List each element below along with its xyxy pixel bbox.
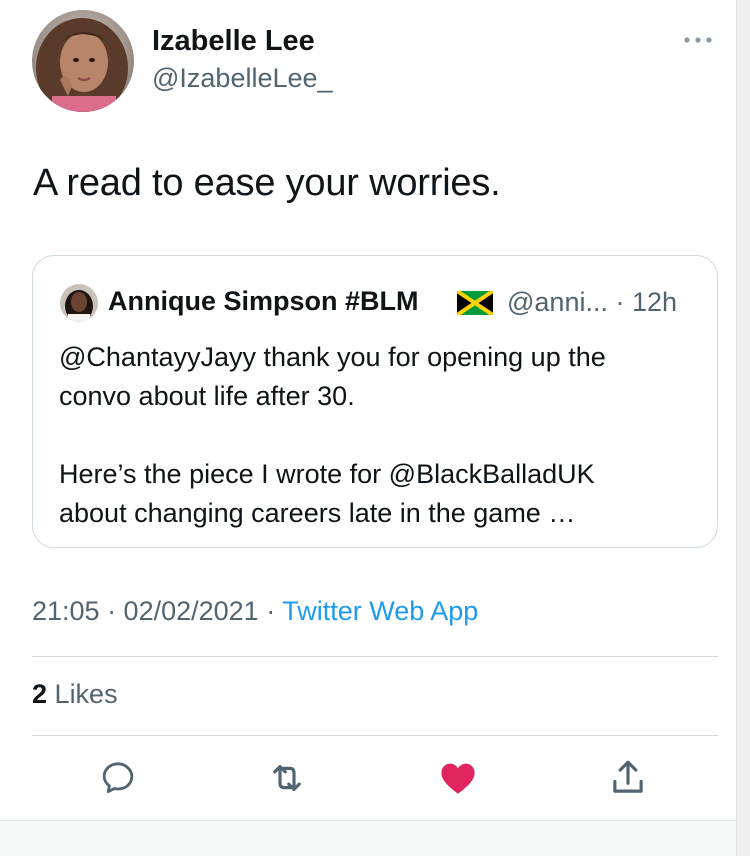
source-app-link[interactable]: Twitter Web App xyxy=(282,596,478,626)
quoted-author-avatar[interactable] xyxy=(60,284,98,322)
quoted-handle-time[interactable]: @anni... · 12h xyxy=(507,287,677,318)
likes-label: Likes xyxy=(54,679,118,709)
quoted-tweet-card[interactable]: Annique Simpson #BLM @anni... · 12h @Cha… xyxy=(32,255,718,548)
likes-stat[interactable]: 2 Likes xyxy=(32,679,118,710)
share-icon[interactable] xyxy=(606,756,650,800)
timestamp[interactable]: 21:05 · 02/02/2021 · xyxy=(32,596,282,626)
heart-icon[interactable] xyxy=(436,756,480,800)
more-options-icon[interactable] xyxy=(680,28,716,52)
tweet-text: A read to ease your worries. xyxy=(33,162,501,204)
divider xyxy=(32,735,718,736)
retweet-icon[interactable] xyxy=(265,756,309,800)
author-avatar[interactable] xyxy=(32,10,134,112)
quoted-line: @ChantayyJayy thank you for opening up t… xyxy=(59,342,606,372)
tweet-detail: Izabelle Lee @IzabelleLee_ A read to eas… xyxy=(0,0,736,856)
author-display-name[interactable]: Izabelle Lee xyxy=(152,25,315,58)
quoted-line: about changing careers late in the game … xyxy=(59,498,576,528)
reply-icon[interactable] xyxy=(96,756,140,800)
scrollbar-edge xyxy=(736,0,750,856)
divider xyxy=(32,656,718,657)
quoted-line: convo about life after 30. xyxy=(59,381,355,411)
likes-count: 2 xyxy=(32,679,48,709)
quoted-tweet-text: @ChantayyJayy thank you for opening up t… xyxy=(59,338,699,533)
author-handle[interactable]: @IzabelleLee_ xyxy=(152,63,333,94)
tweet-metadata: 21:05 · 02/02/2021 · Twitter Web App xyxy=(32,596,478,627)
jamaica-flag-icon xyxy=(455,289,495,317)
quoted-author-name[interactable]: Annique Simpson #BLM xyxy=(108,286,419,317)
bottom-bar xyxy=(0,820,736,856)
quoted-line: Here’s the piece I wrote for @BlackBalla… xyxy=(59,459,595,489)
